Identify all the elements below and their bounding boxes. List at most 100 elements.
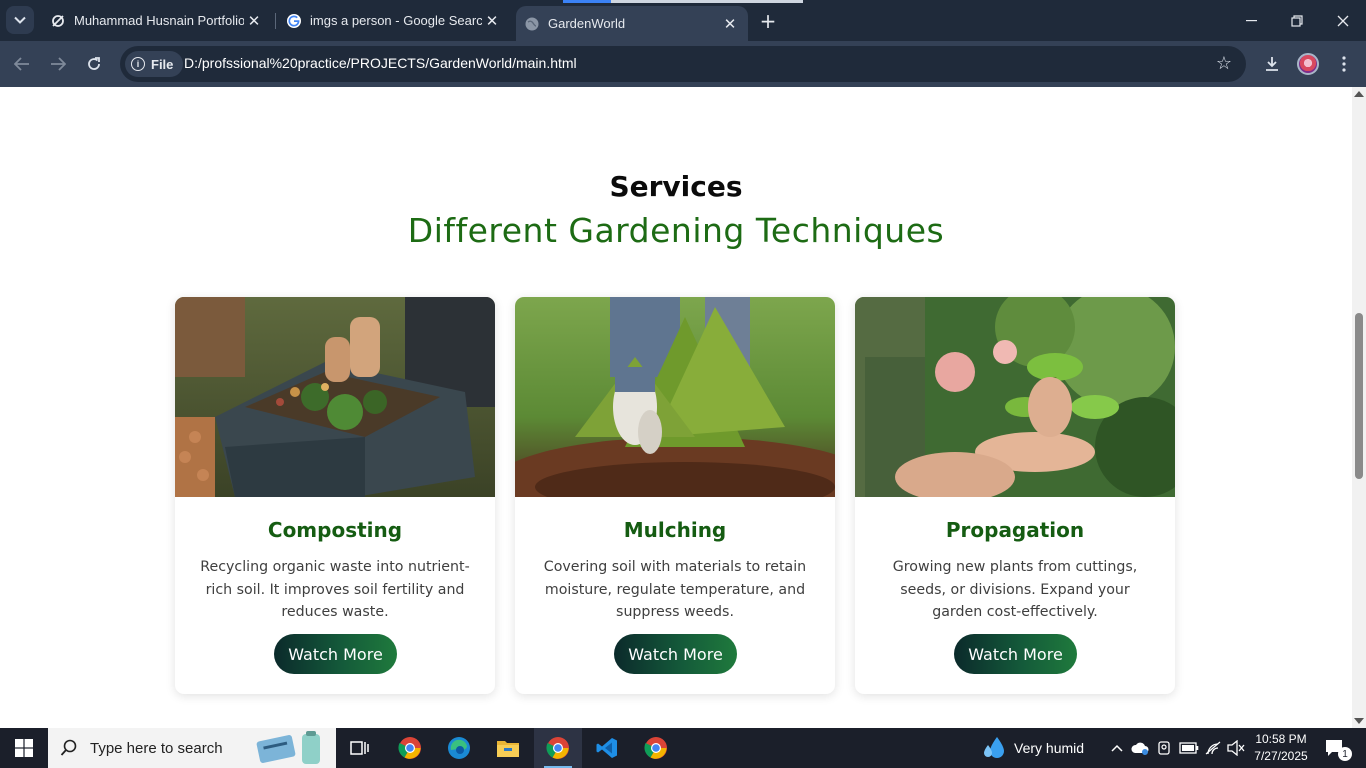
scheme-label: File xyxy=(151,56,174,72)
bookmark-star-icon[interactable]: ☆ xyxy=(1216,53,1232,74)
tab-portfolio[interactable]: Muhammad Husnain Portfolio D ✕ xyxy=(40,0,272,41)
speaker-muted-icon xyxy=(1227,740,1245,756)
tab-separator xyxy=(275,13,276,29)
url-text[interactable]: D:/profssional%20practice/PROJECTS/Garde… xyxy=(184,55,577,71)
restore-button[interactable] xyxy=(1274,0,1320,41)
back-arrow-icon xyxy=(14,57,29,71)
onedrive-tray[interactable] xyxy=(1129,728,1151,768)
system-clock[interactable]: 10:58 PM 7/27/2025 xyxy=(1246,731,1316,765)
scroll-up-arrow-icon[interactable] xyxy=(1354,91,1364,97)
card-description: Growing new plants from cuttings, seeds,… xyxy=(892,559,1138,620)
page-scrollbar[interactable] xyxy=(1352,87,1366,728)
volume-tray[interactable] xyxy=(1225,728,1247,768)
folder-icon xyxy=(497,741,519,757)
profile-button[interactable] xyxy=(1293,49,1323,79)
taskbar-file-explorer[interactable] xyxy=(484,728,532,768)
task-view-button[interactable] xyxy=(336,728,384,768)
show-hidden-icons-button[interactable] xyxy=(1106,728,1128,768)
start-button[interactable] xyxy=(0,728,48,768)
close-tab-icon[interactable]: ✕ xyxy=(482,11,502,31)
tab-title: GardenWorld xyxy=(548,16,626,31)
camera-icon xyxy=(1158,741,1170,755)
taskbar-vscode[interactable] xyxy=(583,728,631,768)
wifi-icon xyxy=(1205,741,1221,755)
search-icon xyxy=(60,739,77,756)
tab-title: Muhammad Husnain Portfolio D xyxy=(74,13,244,28)
taskbar-search-box[interactable]: Type here to search xyxy=(48,728,336,768)
google-favicon-icon xyxy=(286,13,302,29)
card-description: Covering soil with materials to retain m… xyxy=(543,559,807,620)
scroll-down-arrow-icon[interactable] xyxy=(1354,718,1364,724)
portfolio-favicon-icon xyxy=(50,13,66,29)
minimize-button[interactable] xyxy=(1228,0,1274,41)
search-placeholder: Type here to search xyxy=(90,739,223,757)
tab-gardenworld-active[interactable]: GardenWorld ✕ xyxy=(516,6,748,41)
propagation-seedling-image xyxy=(855,297,1175,497)
page-viewport: Services Different Gardening Techniques xyxy=(0,87,1352,728)
service-card-propagation: Propagation Growing new plants from cutt… xyxy=(855,297,1175,694)
forward-arrow-icon xyxy=(51,57,66,71)
back-button[interactable] xyxy=(7,49,37,79)
menu-button[interactable] xyxy=(1329,49,1359,79)
service-card-mulching: Mulching Covering soil with materials to… xyxy=(515,297,835,694)
taskbar-edge[interactable] xyxy=(435,728,483,768)
site-info-chip[interactable]: i File xyxy=(125,51,184,77)
humidity-drop-icon xyxy=(984,737,1004,758)
loading-indicator-track xyxy=(611,0,803,3)
globe-favicon-icon xyxy=(524,16,540,32)
info-icon: i xyxy=(131,57,145,71)
download-icon xyxy=(1266,57,1278,71)
notification-count-badge: 1 xyxy=(1338,747,1352,761)
task-view-icon xyxy=(350,741,369,755)
taskbar-chrome-2[interactable] xyxy=(632,728,680,768)
kebab-menu-icon xyxy=(1342,56,1346,72)
clock-date: 7/27/2025 xyxy=(1254,749,1308,763)
cloud-icon xyxy=(1131,742,1149,755)
browser-toolbar: i File D:/profssional%20practice/PROJECT… xyxy=(0,41,1366,87)
watch-more-button[interactable]: Watch More xyxy=(614,634,737,674)
close-tab-icon[interactable]: ✕ xyxy=(244,11,264,31)
forward-button[interactable] xyxy=(43,49,73,79)
watch-more-button[interactable]: Watch More xyxy=(274,634,397,674)
section-subtitle: Different Gardening Techniques xyxy=(407,211,945,250)
network-tray[interactable] xyxy=(1202,728,1224,768)
card-title: Mulching xyxy=(623,518,727,542)
section-title: Services xyxy=(609,170,743,203)
address-bar[interactable]: i File D:/profssional%20practice/PROJECT… xyxy=(120,46,1246,82)
chrome-icon xyxy=(644,737,667,759)
card-description: Recycling organic waste into nutrient-ri… xyxy=(200,559,470,620)
weather-text: Very humid xyxy=(1014,740,1085,756)
compost-bin-image xyxy=(175,297,495,497)
chevron-down-icon xyxy=(14,16,26,24)
downloads-button[interactable] xyxy=(1257,49,1287,79)
taskbar-chrome-active[interactable] xyxy=(534,728,582,768)
clock-time: 10:58 PM xyxy=(1255,732,1307,746)
browser-tab-bar: Muhammad Husnain Portfolio D ✕ imgs a pe… xyxy=(0,0,1366,41)
mulching-plant-image xyxy=(515,297,835,497)
tab-title: imgs a person - Google Search xyxy=(310,13,482,28)
card-title: Composting xyxy=(267,518,403,542)
weather-widget[interactable]: Very humid xyxy=(982,728,1084,768)
windows-logo-icon xyxy=(15,739,33,757)
close-window-button[interactable] xyxy=(1320,0,1366,41)
new-tab-button[interactable]: + xyxy=(756,9,780,33)
loading-indicator xyxy=(563,0,611,3)
card-title: Propagation xyxy=(945,518,1085,542)
chevron-up-icon xyxy=(1111,744,1123,752)
tab-google-search[interactable]: imgs a person - Google Search ✕ xyxy=(278,0,510,41)
reload-icon xyxy=(88,57,100,70)
chrome-icon xyxy=(398,737,421,759)
tab-search-button[interactable] xyxy=(6,6,34,34)
notification-center-button[interactable]: 1 xyxy=(1318,728,1352,768)
meet-now-tray[interactable] xyxy=(1154,728,1176,768)
windows-taskbar: Type here to search Very humid 10:58 PM … xyxy=(0,728,1366,768)
battery-icon xyxy=(1179,742,1199,754)
close-tab-icon[interactable]: ✕ xyxy=(720,14,740,34)
reload-button[interactable] xyxy=(79,49,109,79)
watch-more-button[interactable]: Watch More xyxy=(954,634,1077,674)
scrollbar-thumb[interactable] xyxy=(1355,313,1363,479)
taskbar-chrome-1[interactable] xyxy=(386,728,434,768)
chrome-icon xyxy=(546,737,569,759)
battery-tray[interactable] xyxy=(1178,728,1200,768)
travel-highlight-icon xyxy=(256,731,320,764)
